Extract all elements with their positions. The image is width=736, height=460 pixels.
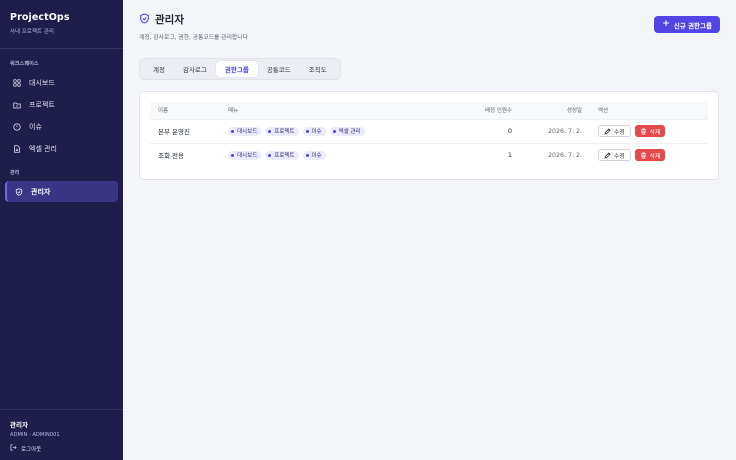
table-row: 조회 전용 대시보드 프로젝트 이슈 1 2026. 7. 2. 수정 삭제 <box>150 142 708 167</box>
tab-common-codes[interactable]: 공통코드 <box>258 61 300 77</box>
column-header-menu: 메뉴 <box>228 108 239 115</box>
menu-badge: 엑셀 관리 <box>329 126 365 136</box>
folder-icon <box>13 101 21 109</box>
permission-groups-table: 이름 메뉴 배정 인원수 생성일 액션 본부 운영진 대시보드 프로젝트 이슈 <box>150 102 708 167</box>
tab-org-chart[interactable]: 조직도 <box>300 61 336 77</box>
actions-cell: 수정 삭제 <box>590 142 708 167</box>
edit-button[interactable]: 수정 <box>598 149 631 162</box>
trash-icon <box>640 128 646 134</box>
pencil-icon <box>604 152 611 159</box>
workspace-nav: 대시보드 프로젝트 이슈 엑셀 관리 <box>0 72 123 160</box>
delete-button[interactable]: 삭제 <box>634 125 666 137</box>
menu-badge: 대시보드 <box>228 150 262 160</box>
shield-icon <box>139 13 155 26</box>
menu-badge: 프로젝트 <box>265 150 299 160</box>
table-header-row: 이름 메뉴 배정 인원수 생성일 액션 <box>150 102 708 119</box>
sidebar-item-projects[interactable]: 프로젝트 <box>5 94 118 115</box>
sidebar-item-label: 대시보드 <box>29 78 55 87</box>
menu-badge-label: 대시보드 <box>237 129 258 135</box>
actions-cell: 수정 삭제 <box>590 118 708 143</box>
dot-icon <box>332 129 336 133</box>
column-header-count: 배정 인원수 <box>484 108 512 115</box>
sidebar: ProjectOps 사내 프로젝트 관리 워크스페이스 대시보드 프로젝트 이… <box>0 0 123 460</box>
group-name: 본부 운영진 <box>150 118 220 143</box>
sidebar-item-excel[interactable]: 엑셀 관리 <box>5 138 118 159</box>
admin-section-label: 관리 <box>10 170 20 176</box>
admin-tabs: 계정 감사로그 권한그룹 공통코드 조직도 <box>139 58 341 80</box>
created-date: 2026. 7. 2. <box>520 142 590 167</box>
menu-badge: 프로젝트 <box>265 126 299 136</box>
add-button-label: 신규 권한그룹 <box>673 21 712 30</box>
permission-groups-card: 이름 메뉴 배정 인원수 생성일 액션 본부 운영진 대시보드 프로젝트 이슈 <box>139 91 719 180</box>
logout-button[interactable]: 로그아웃 <box>10 444 113 453</box>
menu-badge-label: 이슈 <box>311 153 322 160</box>
sidebar-item-label: 이슈 <box>29 122 42 131</box>
group-name: 조회 전용 <box>150 142 220 167</box>
dot-icon <box>305 153 309 157</box>
dot-icon <box>231 153 234 157</box>
workspace-section-label: 워크스페이스 <box>10 61 39 67</box>
tab-permission-groups[interactable]: 권한그룹 <box>215 61 258 77</box>
user-name: 관리자 <box>10 421 28 429</box>
delete-label: 삭제 <box>649 129 661 136</box>
menu-badge-label: 엑셀 관리 <box>338 129 361 135</box>
menu-badge-label: 프로젝트 <box>274 129 295 135</box>
dot-icon <box>305 129 309 133</box>
sidebar-item-label: 관리자 <box>31 187 51 196</box>
delete-label: 삭제 <box>649 153 661 160</box>
page-title: 관리자 <box>155 14 184 26</box>
page-header: 관리자 계정, 감사로그, 권한, 공통코드를 관리합니다 <box>139 12 248 41</box>
menu-badge: 이슈 <box>302 126 326 136</box>
dot-icon <box>231 129 234 133</box>
column-header-name: 이름 <box>158 108 169 115</box>
edit-button[interactable]: 수정 <box>598 125 631 137</box>
dot-icon <box>268 153 272 157</box>
pencil-icon <box>604 127 611 135</box>
main-content: 관리자 계정, 감사로그, 권한, 공통코드를 관리합니다 + 신규 권한그룹 … <box>123 0 736 460</box>
plus-icon: + <box>662 19 670 29</box>
page-description: 계정, 감사로그, 권한, 공통코드를 관리합니다 <box>139 35 248 41</box>
created-date: 2026. 7. 2. <box>520 118 590 143</box>
dot-icon <box>268 129 272 133</box>
menu-badge-label: 프로젝트 <box>274 153 295 160</box>
brand: ProjectOps 사내 프로젝트 관리 <box>0 0 123 49</box>
tab-accounts[interactable]: 계정 <box>144 61 174 77</box>
add-permission-group-button[interactable]: + 신규 권한그룹 <box>654 16 720 33</box>
column-header-created: 생성일 <box>566 108 582 115</box>
app-subtitle: 사내 프로젝트 관리 <box>10 29 54 35</box>
shield-icon <box>15 187 23 196</box>
delete-button[interactable]: 삭제 <box>634 149 666 162</box>
file-icon <box>13 144 21 153</box>
sidebar-item-admin[interactable]: 관리자 <box>5 181 118 202</box>
menu-badge-label: 이슈 <box>311 129 322 135</box>
edit-label: 수정 <box>614 153 625 160</box>
user-role: ADMIN · ADMIN001 <box>10 432 60 438</box>
assigned-count: 0 <box>440 118 520 143</box>
menu-cell: 대시보드 프로젝트 이슈 <box>220 142 440 167</box>
logout-icon <box>10 444 21 453</box>
assigned-count: 1 <box>440 142 520 167</box>
sidebar-item-dashboard[interactable]: 대시보드 <box>5 72 118 93</box>
edit-label: 수정 <box>614 129 625 136</box>
menu-cell: 대시보드 프로젝트 이슈 엑셀 관리 <box>220 118 440 143</box>
menu-badge: 이슈 <box>302 150 326 160</box>
alert-circle-icon <box>13 122 21 131</box>
app-name: ProjectOps <box>10 12 70 23</box>
column-header-actions: 액션 <box>598 108 609 115</box>
table-row: 본부 운영진 대시보드 프로젝트 이슈 엑셀 관리 0 2026. 7. 2. <box>150 118 708 143</box>
user-panel: 관리자 ADMIN · ADMIN001 로그아웃 <box>0 409 123 460</box>
menu-badge: 대시보드 <box>228 126 262 136</box>
grid-icon <box>13 78 21 87</box>
trash-icon <box>640 152 646 159</box>
tab-audit-log[interactable]: 감사로그 <box>174 61 216 77</box>
sidebar-item-issues[interactable]: 이슈 <box>5 116 118 137</box>
menu-badge-label: 대시보드 <box>237 153 258 160</box>
admin-nav: 관리자 <box>0 181 123 203</box>
logout-label: 로그아웃 <box>21 446 42 453</box>
sidebar-item-label: 프로젝트 <box>29 100 55 109</box>
sidebar-item-label: 엑셀 관리 <box>29 144 57 153</box>
